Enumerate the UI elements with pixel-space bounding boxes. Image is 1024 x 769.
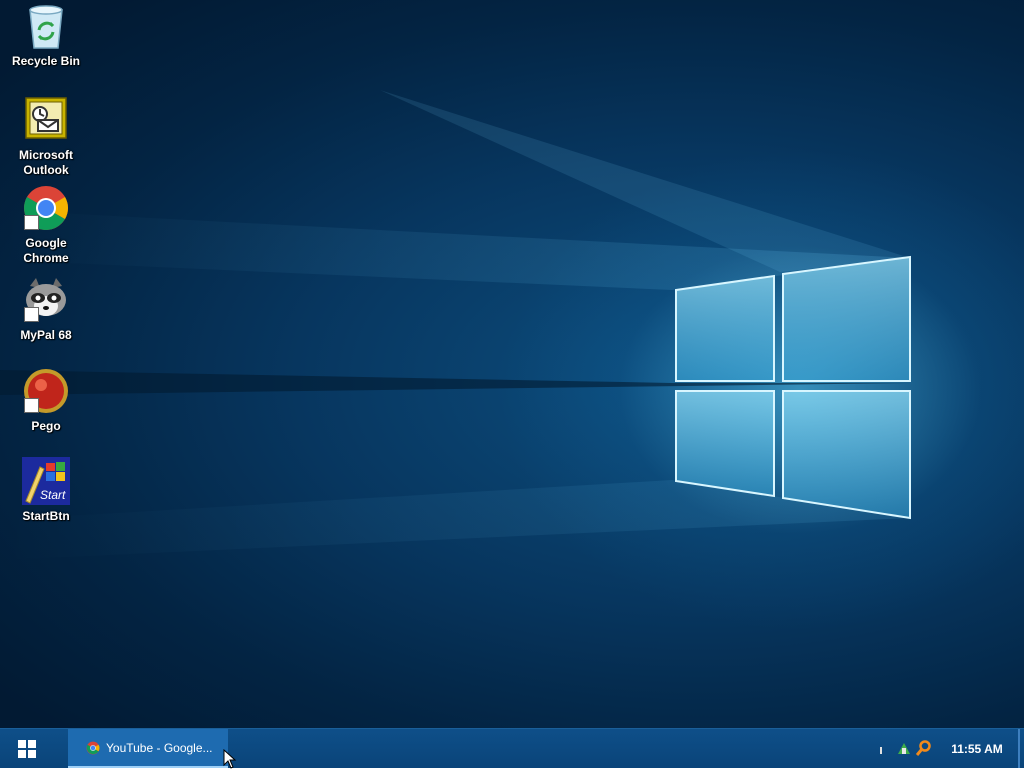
desktop-icon-label: StartBtn — [22, 509, 70, 523]
search-tray-icon[interactable] — [916, 740, 932, 756]
startbtn-icon: Start — [22, 457, 70, 505]
svg-text:Start: Start — [40, 488, 66, 502]
desktop: Recycle Bin Microsoft Outlook Google Chr… — [0, 0, 1024, 728]
desktop-icon-label: Microsoft Outlook — [19, 148, 73, 177]
pego-icon — [22, 367, 70, 415]
start-button[interactable] — [0, 729, 54, 769]
desktop-icon-label: MyPal 68 — [20, 328, 72, 342]
desktop-icon-google-chrome[interactable]: Google Chrome — [0, 184, 92, 266]
network-icon[interactable] — [896, 740, 912, 756]
mypal-raccoon-icon — [22, 276, 70, 324]
shortcut-arrow-icon — [24, 398, 39, 413]
desktop-icon-pego[interactable]: Pego — [0, 367, 92, 434]
desktop-icon-label: Pego — [31, 419, 61, 433]
system-tray: 11:55 AM — [864, 729, 1024, 768]
tray-separator — [880, 747, 882, 754]
show-desktop-button[interactable] — [1018, 729, 1020, 768]
desktop-icon-mypal-68[interactable]: MyPal 68 — [0, 276, 92, 343]
taskbar-button-label: YouTube - Google... — [106, 740, 213, 755]
taskbar-button-youtube-chrome[interactable]: YouTube - Google... — [68, 729, 228, 768]
chrome-icon — [22, 184, 70, 232]
desktop-icon-startbtn[interactable]: Start StartBtn — [0, 457, 92, 524]
chrome-icon — [86, 741, 100, 754]
recycle-bin-icon — [22, 2, 70, 50]
windows-logo-icon — [18, 740, 36, 758]
shortcut-arrow-icon — [24, 215, 39, 230]
taskbar: YouTube - Google... 11:55 AM — [0, 728, 1024, 768]
desktop-icon-label: Recycle Bin — [11, 54, 81, 68]
outlook-icon — [22, 96, 70, 144]
mouse-cursor-icon — [223, 749, 237, 769]
shortcut-arrow-icon — [24, 307, 39, 322]
desktop-icon-microsoft-outlook[interactable]: Microsoft Outlook — [0, 96, 92, 178]
desktop-icon-label: Google Chrome — [23, 236, 69, 265]
clock[interactable]: 11:55 AM — [944, 729, 1010, 768]
wallpaper-windows-logo — [0, 90, 911, 560]
desktop-icon-recycle-bin[interactable]: Recycle Bin — [0, 2, 92, 69]
